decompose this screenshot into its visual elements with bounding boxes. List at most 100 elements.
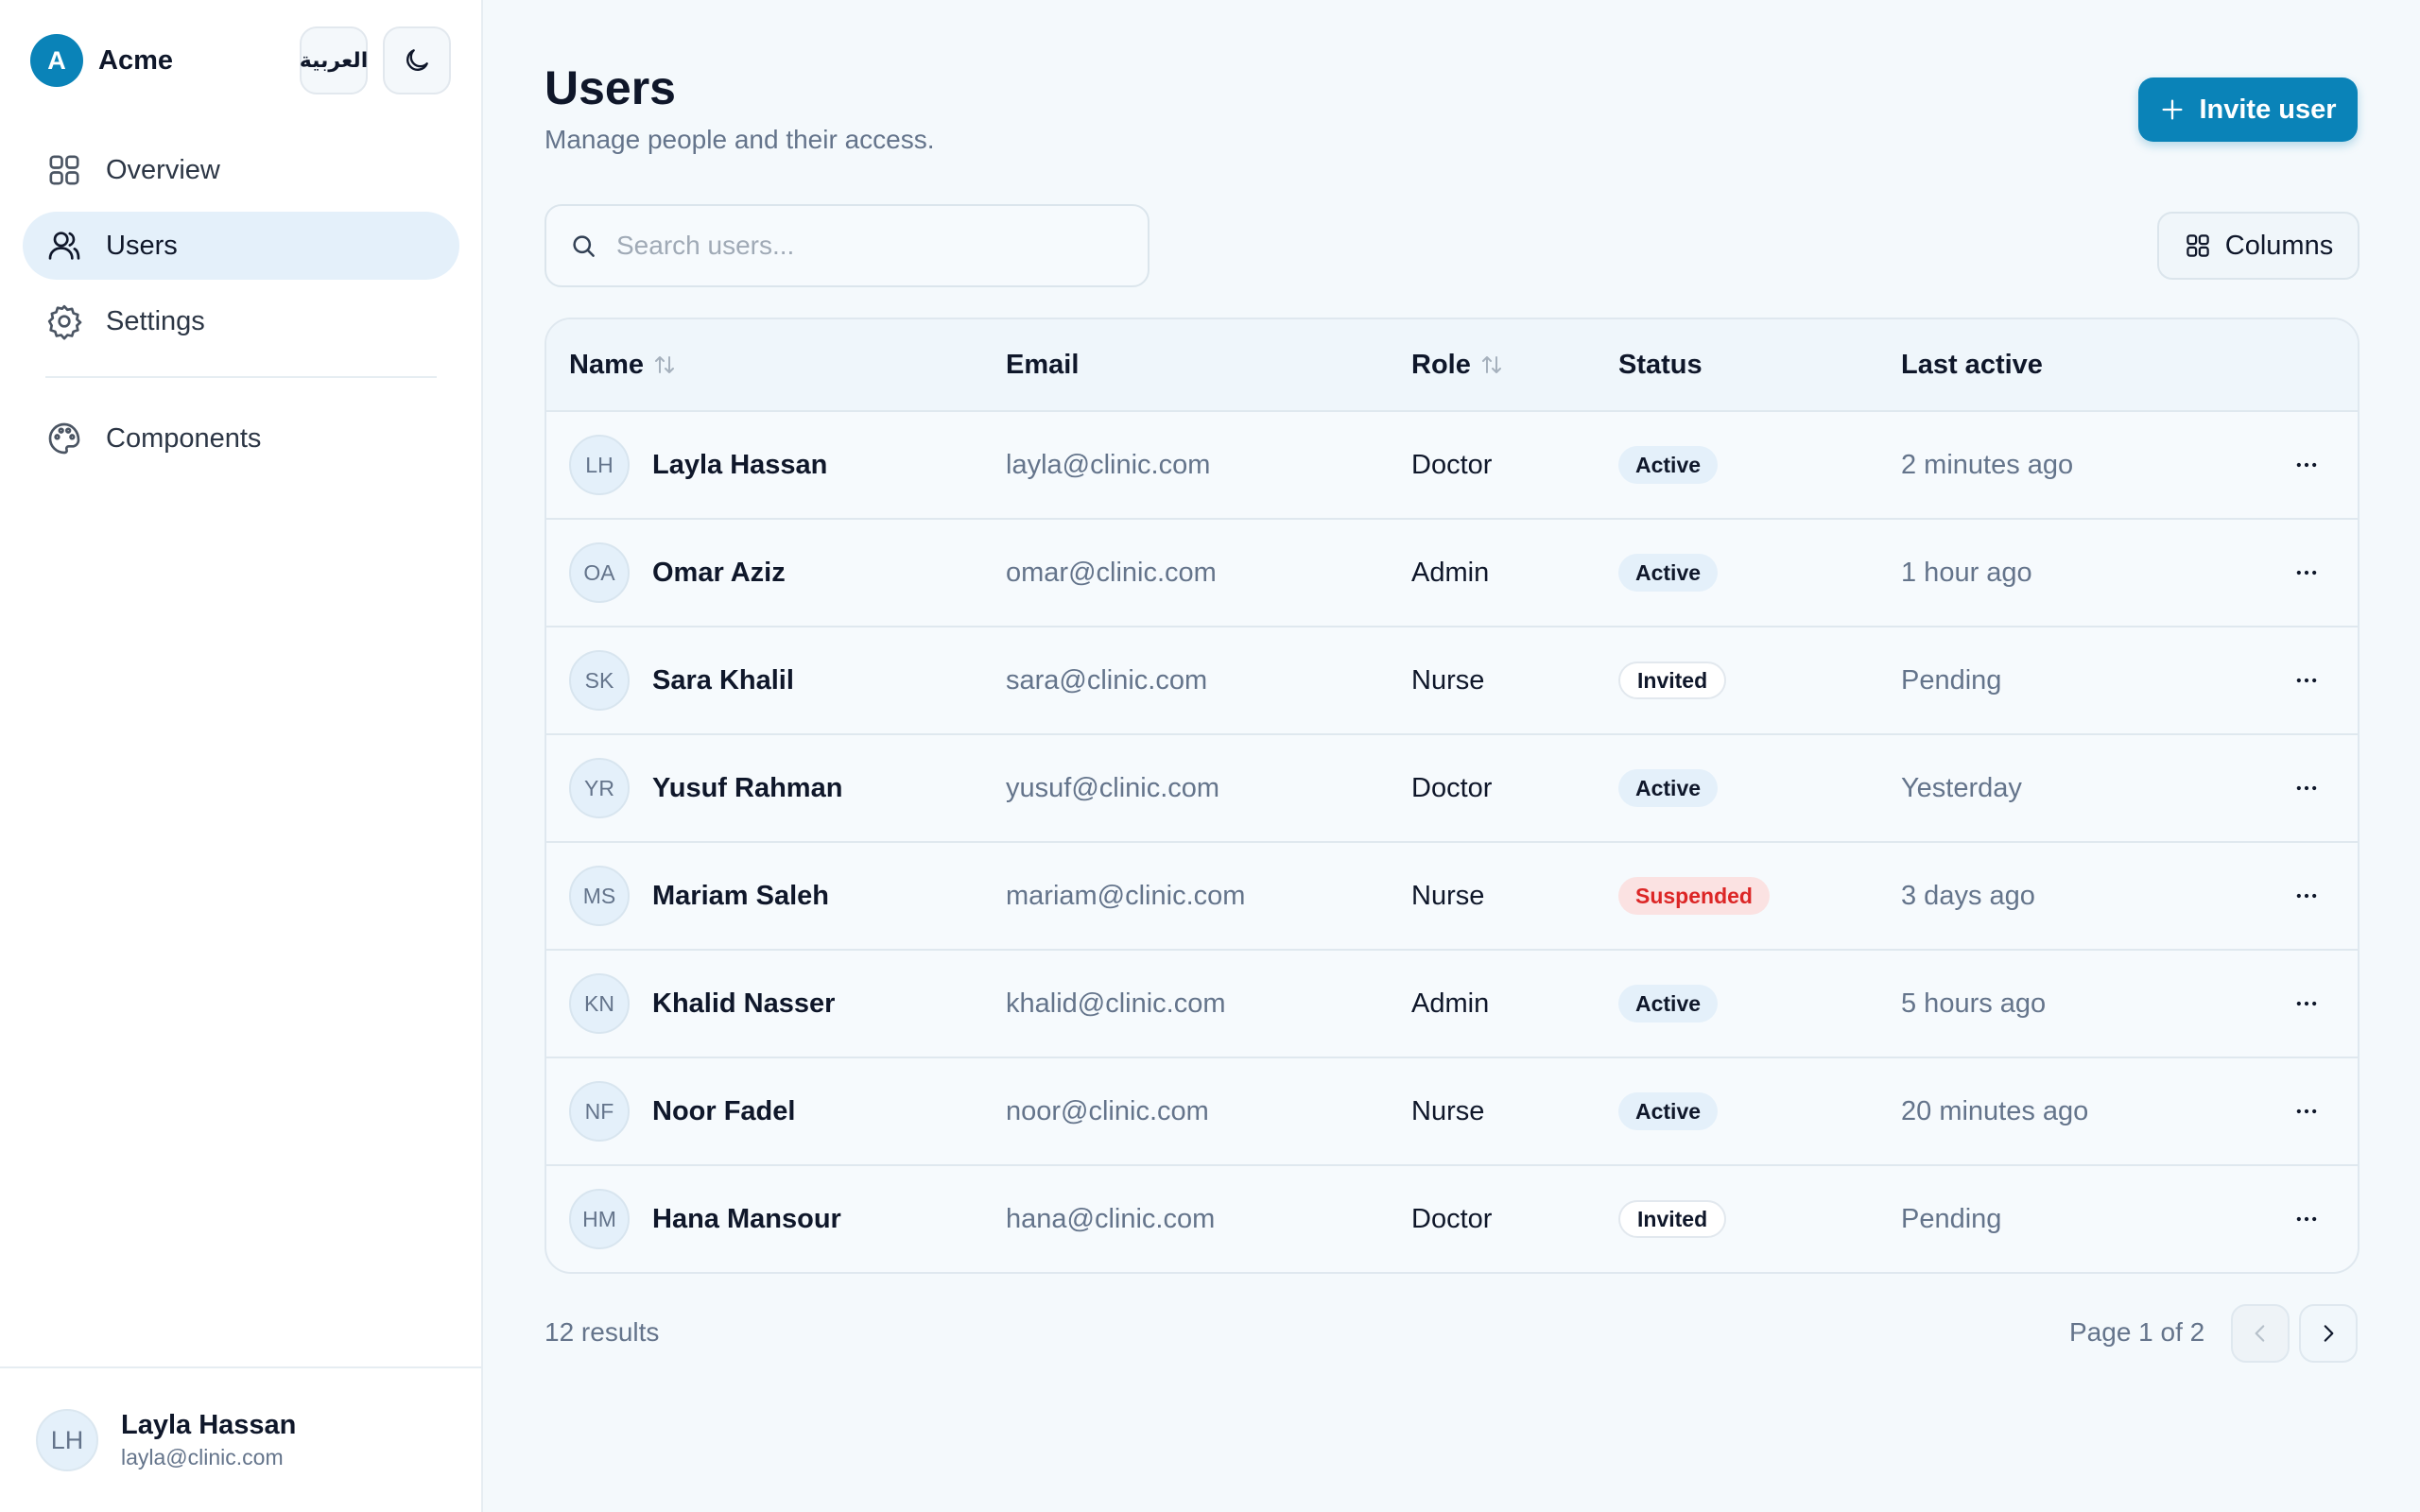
row-actions-cell bbox=[2284, 843, 2329, 949]
column-header-role[interactable]: Role bbox=[1411, 350, 1503, 381]
avatar: SK bbox=[569, 650, 630, 711]
sidebar-item-users[interactable]: Users bbox=[23, 212, 459, 280]
user-email: sara@clinic.com bbox=[1006, 664, 1208, 696]
user-name: Mariam Saleh bbox=[652, 880, 829, 911]
user-name: Hana Mansour bbox=[652, 1203, 841, 1234]
last-active: 3 days ago bbox=[1901, 880, 2035, 911]
users-table: Name Email Role Status Last active LH Lay… bbox=[544, 318, 2360, 1274]
user-email: yusuf@clinic.com bbox=[1006, 772, 1220, 803]
previous-page-button[interactable] bbox=[2231, 1304, 2290, 1363]
row-actions-cell bbox=[2284, 735, 2329, 841]
status-cell: Active bbox=[1618, 412, 1719, 518]
users-icon bbox=[45, 227, 83, 265]
moon-icon bbox=[402, 45, 432, 76]
last-active: 2 minutes ago bbox=[1901, 449, 2074, 480]
user-email: omar@clinic.com bbox=[1006, 557, 1217, 588]
table-row[interactable]: OA Omar Aziz omar@clinic.com Admin Active 1 h… bbox=[546, 520, 2358, 627]
sidebar-item-overview[interactable]: Overview bbox=[23, 136, 459, 204]
brand-logo: A bbox=[30, 34, 83, 87]
status-badge: Invited bbox=[1618, 1200, 1727, 1238]
status-badge: Active bbox=[1618, 554, 1719, 592]
grid-icon bbox=[45, 151, 83, 189]
user-role: Doctor bbox=[1411, 449, 1493, 480]
status-badge: Invited bbox=[1618, 662, 1727, 699]
more-actions-icon[interactable] bbox=[2284, 873, 2329, 919]
user-name: Yusuf Rahman bbox=[652, 772, 843, 803]
column-header-name[interactable]: Name bbox=[569, 350, 676, 381]
current-user-card[interactable]: LH Layla Hassan layla@clinic.com bbox=[0, 1366, 483, 1512]
sidebar-divider bbox=[45, 376, 437, 378]
results-count: 12 results bbox=[544, 1317, 660, 1347]
brand[interactable]: A Acme bbox=[30, 34, 173, 87]
name-cell: HM Hana Mansour bbox=[569, 1166, 841, 1272]
user-email: noor@clinic.com bbox=[1006, 1095, 1209, 1126]
columns-button[interactable]: Columns bbox=[2157, 212, 2360, 280]
column-header-label: Email bbox=[1006, 349, 1080, 380]
sidebar-item-label: Settings bbox=[106, 305, 205, 336]
sidebar: A Acme العربية Overview Users Settings C… bbox=[0, 0, 483, 1512]
sidebar-item-label: Users bbox=[106, 230, 178, 261]
search-input[interactable] bbox=[616, 231, 1127, 261]
page-subtitle: Manage people and their access. bbox=[544, 125, 935, 154]
gear-icon bbox=[45, 302, 83, 340]
name-cell: KN Khalid Nasser bbox=[569, 951, 835, 1057]
sort-icon bbox=[653, 352, 676, 378]
table-row[interactable]: LH Layla Hassan layla@clinic.com Doctor Acti… bbox=[546, 412, 2358, 520]
invite-user-button[interactable]: Invite user bbox=[2138, 77, 2358, 142]
user-role: Doctor bbox=[1411, 1203, 1493, 1234]
name-cell: OA Omar Aziz bbox=[569, 520, 786, 626]
row-actions-cell bbox=[2284, 412, 2329, 518]
more-actions-icon[interactable] bbox=[2284, 1196, 2329, 1242]
user-name: Omar Aziz bbox=[652, 557, 786, 588]
user-email: khalid@clinic.com bbox=[1006, 988, 1226, 1019]
more-actions-icon[interactable] bbox=[2284, 765, 2329, 811]
sidebar-item-components[interactable]: Components bbox=[23, 404, 459, 472]
column-header-status: Status bbox=[1618, 350, 1703, 381]
table-row[interactable]: KN Khalid Nasser khalid@clinic.com Admin Act… bbox=[546, 951, 2358, 1058]
theme-toggle-button[interactable] bbox=[383, 26, 451, 94]
row-actions-cell bbox=[2284, 1058, 2329, 1164]
user-role: Admin bbox=[1411, 557, 1490, 588]
more-actions-icon[interactable] bbox=[2284, 442, 2329, 488]
language-toggle-button[interactable]: العربية bbox=[300, 26, 368, 94]
avatar: YR bbox=[569, 758, 630, 818]
more-actions-icon[interactable] bbox=[2284, 981, 2329, 1026]
sidebar-item-settings[interactable]: Settings bbox=[23, 287, 459, 355]
table-row[interactable]: SK Sara Khalil sara@clinic.com Nurse Invited… bbox=[546, 627, 2358, 735]
column-header-email: Email bbox=[1006, 350, 1079, 381]
sidebar-item-label: Overview bbox=[106, 154, 220, 185]
column-header-label: Name bbox=[569, 349, 644, 380]
avatar: OA bbox=[569, 542, 630, 603]
user-role: Nurse bbox=[1411, 880, 1485, 911]
user-email: mariam@clinic.com bbox=[1006, 880, 1246, 911]
table-row[interactable]: NF Noor Fadel noor@clinic.com Nurse Active 20… bbox=[546, 1058, 2358, 1166]
chevron-left-icon bbox=[2248, 1321, 2273, 1346]
brand-name: Acme bbox=[98, 44, 173, 76]
user-name: Noor Fadel bbox=[652, 1095, 796, 1126]
row-actions-cell bbox=[2284, 1166, 2329, 1272]
column-header-last-active: Last active bbox=[1901, 350, 2043, 381]
table-row[interactable]: MS Mariam Saleh mariam@clinic.com Nurse Susp… bbox=[546, 843, 2358, 951]
avatar: NF bbox=[569, 1081, 630, 1142]
user-name: Layla Hassan bbox=[652, 449, 828, 480]
table-row[interactable]: YR Yusuf Rahman yusuf@clinic.com Doctor Acti… bbox=[546, 735, 2358, 843]
status-cell: Invited bbox=[1618, 627, 1727, 733]
column-header-label: Status bbox=[1618, 349, 1703, 380]
columns-icon bbox=[2184, 232, 2212, 260]
status-cell: Active bbox=[1618, 735, 1719, 841]
table-row[interactable]: HM Hana Mansour hana@clinic.com Doctor Invit… bbox=[546, 1166, 2358, 1272]
next-page-button[interactable] bbox=[2299, 1304, 2358, 1363]
page-title: Users bbox=[544, 61, 676, 114]
more-actions-icon[interactable] bbox=[2284, 658, 2329, 703]
last-active: Pending bbox=[1901, 1203, 2002, 1234]
table-header: Name Email Role Status Last active bbox=[546, 319, 2358, 412]
more-actions-icon[interactable] bbox=[2284, 550, 2329, 595]
current-user-name: Layla Hassan bbox=[121, 1410, 297, 1440]
name-cell: NF Noor Fadel bbox=[569, 1058, 795, 1164]
sidebar-item-label: Components bbox=[106, 422, 262, 454]
table-body: LH Layla Hassan layla@clinic.com Doctor Acti… bbox=[546, 412, 2358, 1272]
more-actions-icon[interactable] bbox=[2284, 1089, 2329, 1134]
name-cell: SK Sara Khalil bbox=[569, 627, 794, 733]
search-box[interactable] bbox=[544, 204, 1150, 287]
last-active: 5 hours ago bbox=[1901, 988, 2047, 1019]
